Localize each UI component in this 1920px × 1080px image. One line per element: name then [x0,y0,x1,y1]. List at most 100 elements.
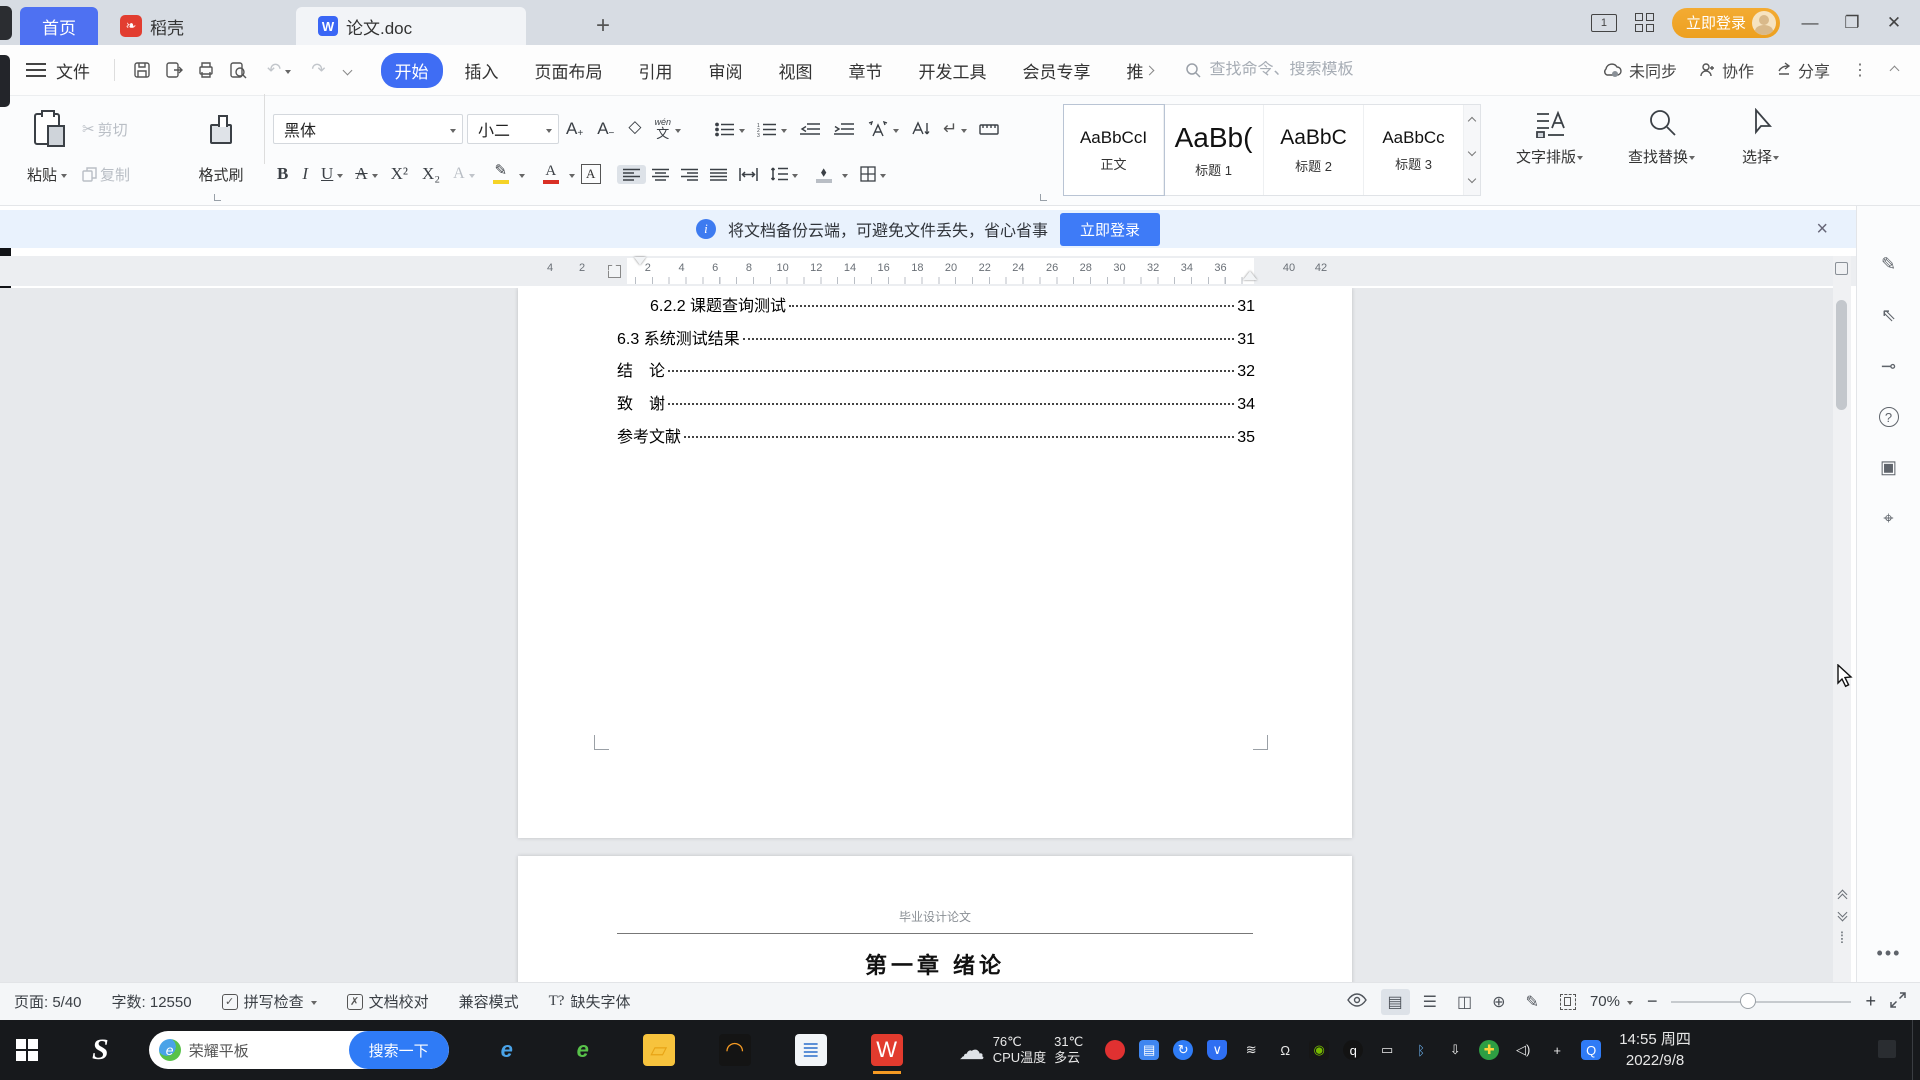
ribbon-tab[interactable]: 章节 [835,53,897,88]
style-gallery-scroll[interactable] [1464,105,1480,195]
show-desktop-button[interactable] [1912,1020,1920,1080]
style-preset[interactable]: AaBbCcI 正文 [1063,104,1165,196]
taskbar-app[interactable]: e [491,1034,523,1066]
zoom-level[interactable]: 70% [1590,993,1633,1010]
select-tool-button[interactable]: 选择 [1742,108,1780,167]
tray-icon[interactable]: Ω [1275,1040,1295,1060]
spell-check-toggle[interactable]: ✓ 拼写检查 [221,991,317,1012]
right-panel-more-icon[interactable]: ••• [1857,943,1920,964]
taskbar-clock[interactable]: 14:55 周四 2022/9/8 [1619,1029,1691,1071]
tab-ruler-button[interactable] [973,119,1005,139]
undo-button[interactable]: ↶ [261,57,297,83]
redo-button[interactable]: ↷ [311,60,325,80]
minimize-button[interactable]: — [1798,13,1822,33]
taskbar-app[interactable]: ▱ [642,1034,675,1066]
shading-button[interactable]: ⬧ [804,161,854,187]
taskbar-search-box[interactable]: e 荣耀平板 搜索一下 [148,1031,449,1069]
taskbar-app[interactable]: W [870,1034,903,1074]
view-mode-button[interactable]: ▤ [1380,988,1410,1015]
tray-icon[interactable]: ≋ [1241,1040,1261,1060]
toc-entry[interactable]: 6.3 系统测试结果 31 [617,325,1255,358]
command-search[interactable] [1185,61,1410,79]
view-mode-button[interactable]: ☰ [1416,989,1444,1015]
page-indicator[interactable]: 页面: 5/40 [14,991,82,1012]
underline-button[interactable]: U [315,161,349,187]
tray-icon[interactable]: ↻ [1173,1040,1194,1060]
distribute-button[interactable] [733,165,764,184]
paste-button[interactable] [18,110,76,147]
font-color-button[interactable]: A [531,160,581,188]
copy-button[interactable]: 复制 [76,161,186,188]
ribbon-tab[interactable]: 页面布局 [521,53,617,88]
more-tabs-chevron-icon[interactable] [1144,65,1154,75]
command-search-input[interactable] [1209,61,1410,79]
tab-document[interactable]: W 论文.doc [296,7,526,45]
find-replace-button[interactable]: 查找替换 [1628,108,1696,167]
restore-button[interactable]: ❐ [1840,13,1864,33]
weather-widget[interactable]: ☁ 76℃ CPU温度 31℃ 多云 [959,1034,1084,1067]
taskbar-app[interactable]: ≣ [794,1034,827,1066]
horizontal-ruler[interactable]: 42 2 4 6 8 10 12 14 16 18 20 22 24 26 28 30 32 34 36 40 42 [0,256,1856,286]
scrollbar-top-icon[interactable] [1835,262,1848,275]
tray-icon[interactable]: ∨ [1207,1040,1228,1060]
login-button[interactable]: 立即登录 [1671,7,1780,38]
style-preset[interactable]: AaBbCc 标题 3 [1364,105,1464,195]
numbered-list-button[interactable]: 123 [751,119,793,140]
highlight-button[interactable]: ✎ [481,160,531,188]
share-button[interactable]: 分享 [1776,58,1830,82]
new-tab-button[interactable]: + [586,7,620,45]
sync-status[interactable]: 未同步 [1601,58,1677,82]
fit-page-icon[interactable] [1559,993,1576,1010]
bullet-list-button[interactable] [709,119,751,140]
ribbon-tab[interactable]: 引用 [625,53,687,88]
decrease-indent-button[interactable] [793,119,827,140]
document-page-5[interactable]: 6.2.2 课题查询测试 31 6.3 系统测试结果 31 结 论 32 致 谢… [518,288,1352,838]
eye-protection-icon[interactable] [1346,992,1367,1011]
close-button[interactable]: ✕ [1882,13,1906,33]
ribbon-tab[interactable]: 开发工具 [905,53,1001,88]
italic-button[interactable]: I [295,162,315,186]
superscript-button[interactable]: X² [384,162,415,186]
cut-button[interactable]: ✂ 剪切 [76,116,186,143]
scrollbar-thumb[interactable] [1836,300,1847,410]
fullscreen-icon[interactable] [1890,991,1906,1012]
zoom-in-button[interactable]: + [1865,991,1876,1012]
file-menu[interactable]: 文件 [56,58,90,83]
character-scale-button[interactable] [861,118,905,140]
word-count[interactable]: 字数: 12550 [112,991,192,1012]
next-page-button[interactable] [1837,907,1847,922]
tray-icon[interactable]: ▭ [1377,1040,1397,1060]
text-effects-button[interactable]: A [447,162,481,186]
apps-grid-icon[interactable] [1634,13,1654,32]
font-size-select[interactable]: 小二 [467,114,559,144]
align-left-button[interactable] [616,164,646,184]
subscript-button[interactable]: X₂ [415,162,447,186]
tray-icon[interactable]: q [1343,1040,1364,1060]
style-preset[interactable]: AaBb( 标题 1 [1164,105,1264,195]
tray-icon[interactable] [1105,1040,1126,1060]
document-canvas[interactable]: 6.2.2 课题查询测试 31 6.3 系统测试结果 31 结 论 32 致 谢… [0,288,1848,982]
tray-overflow-icon[interactable] [1878,1040,1896,1058]
save-icon[interactable] [133,61,151,79]
pinyin-guide-button[interactable]: wén 文 [648,115,687,143]
strikethrough-button[interactable]: A [349,161,383,187]
zoom-out-button[interactable]: − [1647,991,1658,1012]
zoom-slider[interactable] [1671,992,1852,1009]
borders-button[interactable] [854,163,892,185]
tab-home[interactable]: 首页 [20,7,98,45]
toc-entry[interactable]: 结 论 32 [617,357,1255,390]
right-indent-marker[interactable] [1243,264,1257,280]
tray-icon[interactable]: ⇩ [1445,1040,1465,1060]
justify-button[interactable] [704,165,733,184]
paragraph-dialog-launcher-icon[interactable] [1040,194,1047,201]
decrease-font-icon[interactable]: A − [590,117,621,141]
quickbar-more-icon[interactable] [342,65,352,75]
tray-icon[interactable]: ᛒ [1411,1040,1431,1060]
right-panel-tool[interactable]: ⌖ [1883,508,1893,529]
start-button[interactable] [16,1039,38,1061]
tray-icon[interactable]: ✚ [1479,1040,1500,1060]
compat-mode-label[interactable]: 兼容模式 [459,991,519,1012]
tray-icon[interactable]: Q [1581,1040,1602,1060]
ribbon-tab[interactable]: 推 [1113,53,1146,88]
text-direction-button[interactable] [905,118,937,140]
